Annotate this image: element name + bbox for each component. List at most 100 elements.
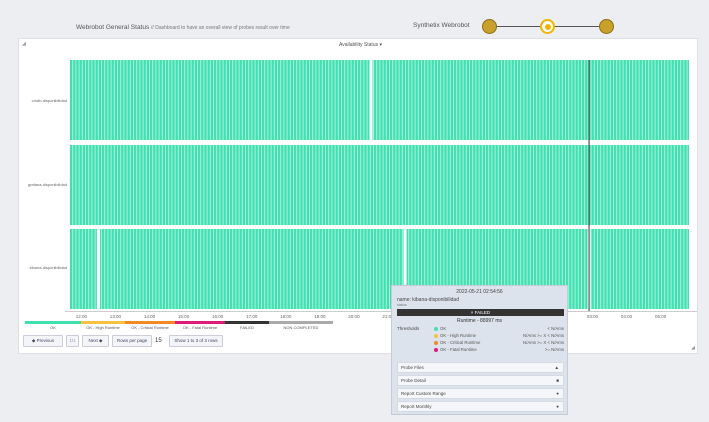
lane-stripe [363,145,365,225]
lane-stripe [133,229,134,309]
lane-stripe [661,145,662,225]
lane-stripe [168,145,170,225]
probe-files-button[interactable]: Probe Files ▲ [397,362,564,373]
lane-stripe [296,145,298,225]
lane-stripe [126,229,128,309]
lane-stripe [283,229,285,309]
lane-stripe [571,60,573,140]
lane-stripe [136,60,138,140]
lane-stripe [328,60,330,140]
lane-stripe [654,60,656,140]
lane-stripe [625,60,627,140]
lane-stripe [507,60,509,140]
lane-stripe [673,145,675,225]
lane-stripe [437,60,438,140]
lane-stripe [261,229,262,309]
report-custom-range-button[interactable]: Report Custom Range ● [397,388,564,399]
threshold-high-label: OK - High Runtime [440,333,477,338]
lane-stripe [248,60,250,140]
lane-stripe [149,229,150,309]
lane-stripe [526,145,528,225]
report-monthly-button[interactable]: Report Monthly ● [397,401,564,412]
lane-stripe [177,145,179,225]
lane-stripe [193,229,195,309]
timeline-chart[interactable] [19,39,699,319]
rows-per-page-select[interactable]: 15 [155,335,162,347]
lane-stripe [385,60,387,140]
lane-stripe [318,145,320,225]
failed-gap[interactable] [96,229,100,309]
lane-stripe [574,145,576,225]
lane-stripe [558,145,560,225]
lane-stripe [657,229,659,309]
lane-stripe [584,145,586,225]
lane-stripe [129,60,131,140]
lane-stripe [366,229,368,309]
lane-stripe [139,60,141,140]
lane-stripe [513,60,515,140]
stepper-step-1[interactable] [482,19,497,34]
lane-stripe [382,60,384,140]
lane-stripe [641,229,643,309]
lane-stripe [251,229,253,309]
previous-button[interactable]: ◆ Previous [23,335,63,347]
x-tick: 05:00 [654,314,667,319]
lane-stripe [603,60,605,140]
lane-stripe [622,145,624,225]
lane-stripe [350,60,352,140]
lane-stripe [414,145,416,225]
lane-stripe [328,145,330,225]
lane-stripe [357,145,358,225]
threshold-ok-range: < N/Ams [547,326,564,331]
lane-stripe [209,229,211,309]
lane-stripe [142,145,144,225]
lane-stripe [158,229,160,309]
lane-stripe [337,145,339,225]
lane-stripe [129,229,131,309]
stepper-step-2[interactable] [540,19,555,34]
tooltip-runtime: Runtime - 88997 ms [456,318,503,324]
lane-stripe [478,60,480,140]
legend-label-high: OK - High Runtime [86,325,120,330]
lane-stripe [523,145,525,225]
failed-gap[interactable] [369,60,373,140]
lane-stripe [363,60,365,140]
lane-stripe [174,145,176,225]
lane-stripe [657,145,659,225]
lane-stripe [190,229,192,309]
lane-stripe [161,229,163,309]
probe-detail-button[interactable]: Probe Detail ■ [397,375,564,386]
lane-stripe [177,60,179,140]
lane-stripe [661,229,662,309]
lane-stripe [555,145,557,225]
lane-stripe [389,229,390,309]
threshold-critical-dot [434,341,438,345]
lane-stripe [232,229,234,309]
lane-stripe [232,145,234,225]
lane-stripe [353,229,355,309]
lane-stripe [651,229,653,309]
stepper-step-3[interactable] [599,19,614,34]
lane-stripe [155,60,157,140]
resize-handle-icon[interactable]: ◢ [691,345,695,351]
lane-stripe [392,145,394,225]
dashboard-page: Webrobot General Status // Dashboard to … [0,0,709,422]
lane-stripe [561,145,563,225]
lane-stripe [161,60,163,140]
tooltip-status-badge: × FAILED [397,309,564,316]
lane-stripe [597,60,598,140]
lane-stripe [193,145,195,225]
threshold-ok-label: OK [440,326,447,331]
next-button[interactable]: Next ◆ [82,335,109,347]
lane-stripe [107,229,109,309]
lane-stripe [389,145,390,225]
lane-stripe [184,229,186,309]
lane-stripe [88,60,90,140]
lane-stripe [72,229,74,309]
lane-stripe [341,145,342,225]
lane-stripe [104,229,106,309]
lane-stripe [280,229,282,309]
lane-stripe [126,145,128,225]
lane-stripe [257,229,259,309]
lane-stripe [216,60,218,140]
